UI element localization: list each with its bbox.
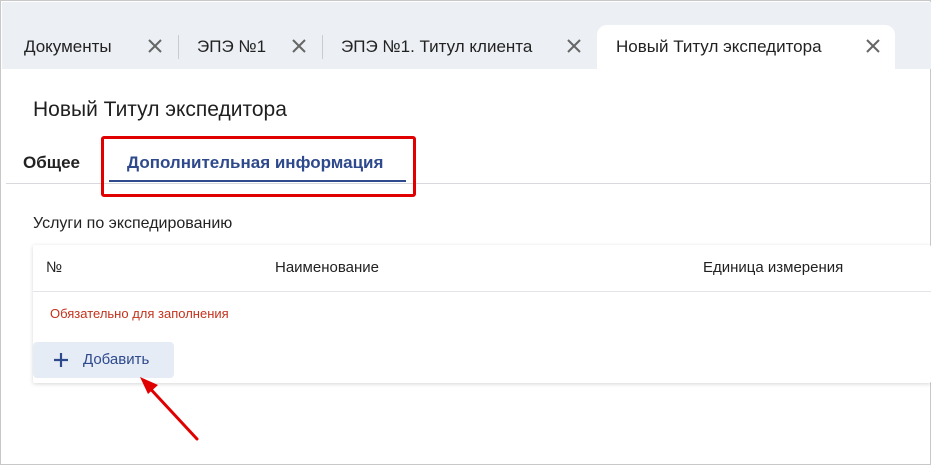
annotation-arrow-icon — [140, 377, 199, 441]
close-icon[interactable] — [565, 37, 583, 55]
tab-epe-1-client-title[interactable]: ЭПЭ №1. Титул клиента — [323, 25, 595, 70]
tab-label: Документы — [24, 37, 112, 56]
close-icon[interactable] — [864, 37, 882, 55]
close-icon[interactable] — [290, 37, 308, 55]
add-button-label: Добавить — [83, 351, 150, 368]
column-header-name: Наименование — [275, 259, 379, 276]
column-header-number: № — [46, 259, 63, 276]
required-field-message: Обязательно для заполнения — [50, 306, 229, 321]
tab-label: ЭПЭ №1. Титул клиента — [341, 37, 533, 56]
highlight-box — [101, 136, 416, 197]
tab-label: Новый Титул экспедитора — [616, 37, 822, 56]
tab-epe-1[interactable]: ЭПЭ №1 — [179, 25, 322, 70]
app-window: Документы ЭПЭ №1 ЭПЭ №1. Титул клиента Н… — [0, 0, 931, 465]
column-header-unit: Единица измерения — [703, 259, 844, 276]
page-title: Новый Титул экспедитора — [33, 98, 287, 121]
plus-icon — [52, 351, 70, 369]
section-title: Услуги по экспедированию — [33, 215, 233, 232]
table-header-divider — [33, 291, 931, 292]
tab-documents[interactable]: Документы — [2, 25, 178, 70]
tab-general[interactable]: Общее — [23, 153, 80, 173]
tab-label: ЭПЭ №1 — [197, 37, 267, 56]
tab-new-forwarder-title[interactable]: Новый Титул экспедитора — [597, 25, 895, 70]
tab-strip: Документы ЭПЭ №1 ЭПЭ №1. Титул клиента Н… — [2, 2, 931, 70]
close-icon[interactable] — [146, 37, 164, 55]
